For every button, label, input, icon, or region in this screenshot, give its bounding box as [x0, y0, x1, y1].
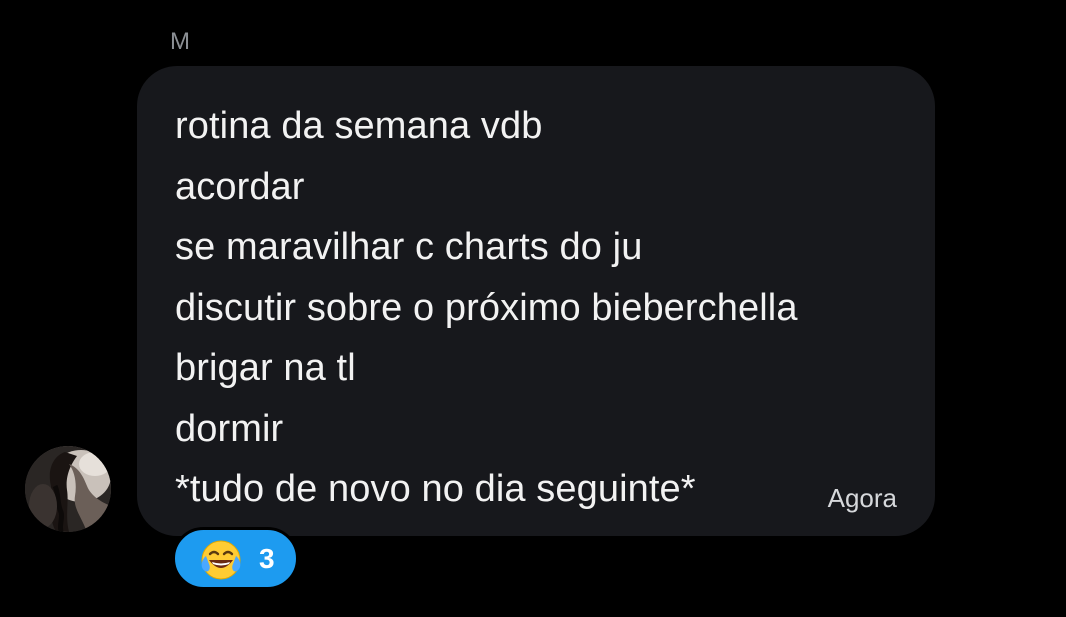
message-line: se maravilhar c charts do ju [175, 226, 643, 268]
message-line: rotina da semana vdb [175, 105, 543, 147]
message-line: *tudo de novo no dia seguinte* [175, 468, 696, 510]
message-bubble[interactable]: rotina da semana vdb acordar se maravilh… [137, 66, 935, 536]
reaction-pill[interactable]: 3 [172, 527, 299, 590]
message-timestamp: Agora [827, 483, 897, 513]
tears-of-joy-emoji-icon [199, 538, 243, 582]
message-line: acordar [175, 165, 305, 208]
message-line: discutir sobre o próximo bieberchella [175, 286, 798, 329]
dm-conversation: M rotina da semana vdb acordar se maravi… [0, 0, 1066, 617]
message-line: dormir [175, 407, 284, 450]
message-text: rotina da semana vdb acordar se maravilh… [175, 96, 798, 520]
avatar[interactable] [25, 446, 111, 532]
sender-name: M [170, 28, 191, 55]
message-line: brigar na tl [175, 347, 356, 389]
reaction-count: 3 [259, 543, 275, 574]
avatar-photo [25, 446, 111, 532]
